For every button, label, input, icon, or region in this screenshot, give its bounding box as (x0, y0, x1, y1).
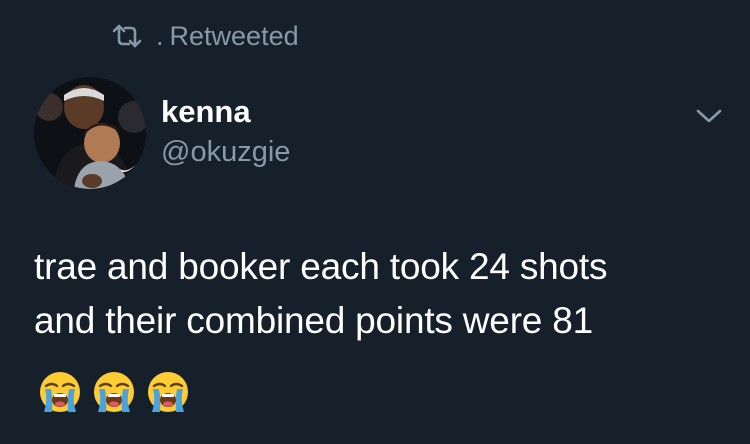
tweet-text-line: and their combined points were 81 (34, 300, 594, 341)
retweet-label[interactable]: Retweeted (170, 21, 299, 52)
avatar-photo (34, 77, 146, 189)
loudly-crying-face-icon (148, 372, 188, 412)
author-display-name[interactable]: kenna (161, 94, 251, 130)
avatar[interactable] (34, 77, 146, 189)
tweet-card[interactable]: . Retweeted kenna @okuzgie trae and book… (0, 0, 750, 444)
tweet-text-line: trae and booker each took 24 shots (34, 246, 608, 287)
loudly-crying-face-icon (40, 372, 80, 412)
chevron-down-icon[interactable] (692, 102, 726, 130)
loudly-crying-face-icon (94, 372, 134, 412)
retweet-banner: . Retweeted (110, 18, 299, 54)
author-handle[interactable]: @okuzgie (161, 134, 290, 170)
tweet-body: trae and booker each took 24 shots and t… (34, 240, 734, 348)
retweet-icon (112, 24, 142, 48)
emoji-row (38, 370, 190, 414)
retweet-prefix: . (156, 20, 164, 51)
